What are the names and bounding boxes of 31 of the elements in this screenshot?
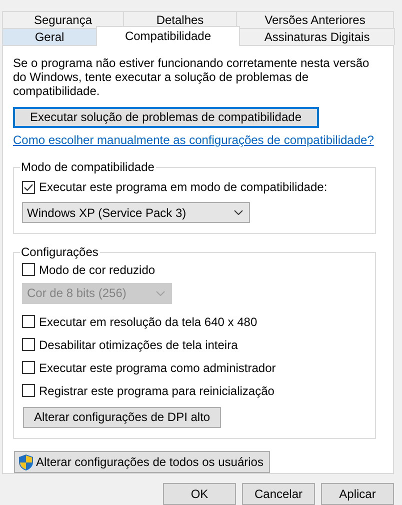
tab[interactable]: Segurança [2, 11, 124, 28]
checkbox[interactable] [22, 315, 35, 328]
tab[interactable]: Versões Anteriores [236, 11, 394, 28]
all-users-button[interactable]: Alterar configurações de todos os usuários [14, 451, 270, 474]
troubleshoot-button[interactable]: Executar solução de problemas de compatibilidade [13, 106, 318, 128]
description-text: Se o programa não estiver funcionando corretamente nesta versão do Windows, tente executar a solução de problemas de compatibilidade. [13, 56, 370, 98]
group-title: Configurações [20, 244, 100, 259]
checkbox[interactable] [22, 361, 35, 374]
checkbox-label: Executar este programa em modo de compatibilidade: [39, 180, 328, 194]
checkbox-label: Executar em resolução da tela 640 x 480 [39, 314, 258, 329]
tab[interactable]: Geral [2, 28, 97, 45]
shield-icon [18, 454, 34, 471]
chevron-down-icon [234, 210, 243, 215]
checkbox[interactable] [22, 180, 35, 194]
checkbox[interactable] [22, 384, 35, 398]
tab[interactable]: Assinaturas Digitais [239, 28, 395, 45]
checkbox[interactable] [22, 263, 35, 276]
dialog-button[interactable]: Aplicar [321, 483, 394, 505]
dpi-settings-button[interactable]: Alterar configurações de DPI alto [23, 406, 222, 428]
group-title: Modo de compatibilidade [20, 160, 156, 174]
checkbox-label: Registrar este programa para reinicialização [39, 384, 274, 398]
checkbox-label: Executar este programa como administrador [39, 360, 276, 375]
chevron-down-icon [156, 290, 165, 296]
os-dropdown[interactable]: Windows XP (Service Pack 3) [22, 202, 250, 223]
checkbox-label: Modo de cor reduzido [39, 262, 156, 277]
dialog-button[interactable]: OK [163, 483, 236, 505]
checkbox-label: Desabilitar otimizações de tela inteira [39, 338, 238, 352]
checkbox[interactable] [22, 338, 35, 352]
dialog-button[interactable]: Cancelar [242, 483, 315, 505]
tab[interactable]: Compatibilidade [96, 26, 240, 46]
help-link[interactable]: Como escolher manualmente as configurações de compatibilidade? [13, 133, 374, 148]
